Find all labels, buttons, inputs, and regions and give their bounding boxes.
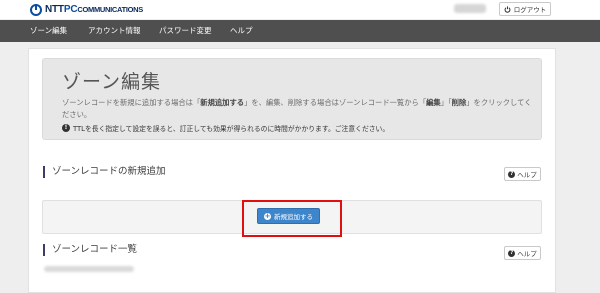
- page-title: ゾーン編集: [62, 71, 162, 93]
- user-name-blurred: [454, 4, 486, 13]
- warning-text: TTLを長く指定して設定を誤ると、訂正しても効果が得られるのに時間がかかります。…: [73, 125, 390, 133]
- exclamation-icon: !: [62, 124, 70, 132]
- help-button-list[interactable]: ? ヘルプ: [504, 246, 541, 260]
- question-icon: ?: [508, 170, 516, 178]
- page-description: ゾーンレコードを新規に追加する場合は「新規追加する」を、編集、削除する場合はゾー…: [62, 98, 532, 119]
- power-logo-icon: [30, 3, 42, 16]
- ttl-warning: ! TTLを長く指定して設定を誤ると、訂正しても効果が得られるのに時間がかかりま…: [62, 123, 389, 133]
- question-icon: ?: [508, 249, 516, 257]
- nav-item-zone-edit[interactable]: ゾーン編集: [30, 20, 67, 42]
- power-icon: [504, 5, 511, 13]
- logo-text: NTTPCCOMMUNICATIONS: [45, 4, 143, 15]
- section-title-list: ゾーンレコード一覧: [43, 244, 137, 256]
- nav-item-password-change[interactable]: パスワード変更: [159, 20, 212, 42]
- nav-item-help[interactable]: ヘルプ: [230, 20, 253, 42]
- add-button-label: 新規追加する: [274, 213, 313, 221]
- nav-item-account-info[interactable]: アカウント情報: [88, 20, 141, 42]
- main-panel: ゾーン編集 ゾーンレコードを新規に追加する場合は「新規追加する」を、編集、削除す…: [28, 48, 556, 293]
- logout-label: ログアウト: [513, 6, 547, 14]
- ntt-pc-logo[interactable]: NTTPCCOMMUNICATIONS: [30, 2, 143, 17]
- section-title-add: ゾーンレコードの新規追加: [43, 166, 166, 178]
- top-header: NTTPCCOMMUNICATIONS ログアウト: [0, 0, 600, 19]
- logout-button[interactable]: ログアウト: [499, 2, 551, 16]
- main-nav: ゾーン編集 アカウント情報 パスワード変更 ヘルプ: [0, 20, 600, 42]
- page-header-box: ゾーン編集 ゾーンレコードを新規に追加する場合は「新規追加する」を、編集、削除す…: [42, 58, 542, 140]
- zone-name-blurred: [44, 266, 134, 272]
- help-button-add[interactable]: ? ヘルプ: [504, 167, 541, 181]
- plus-circle-icon: +: [264, 211, 271, 220]
- add-new-record-button[interactable]: + 新規追加する: [257, 208, 320, 224]
